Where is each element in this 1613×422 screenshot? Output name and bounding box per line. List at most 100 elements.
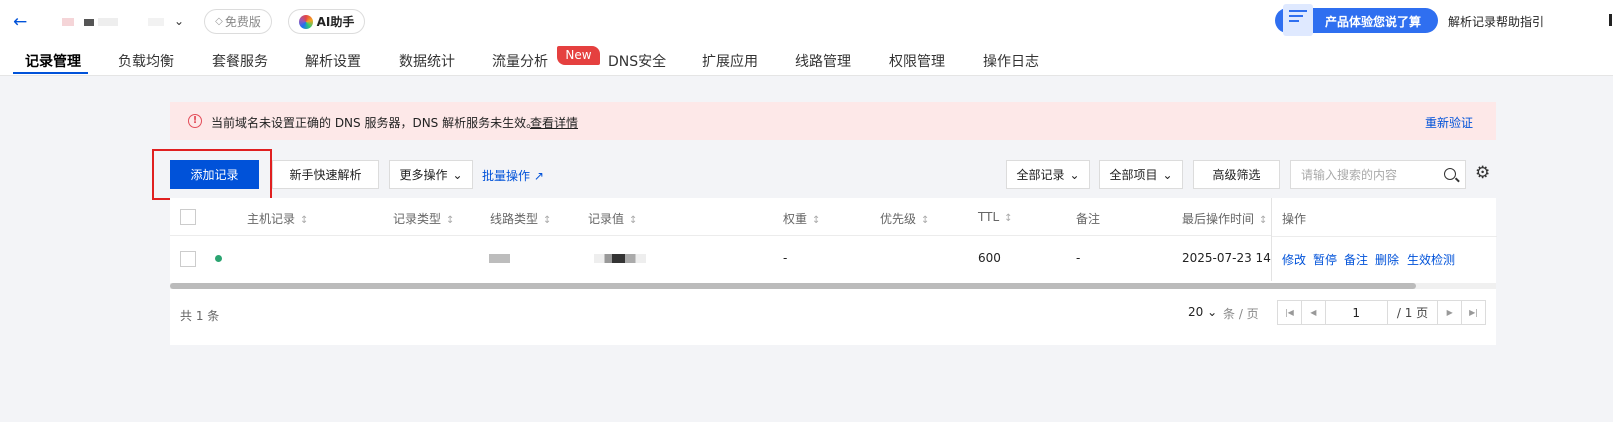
prev-page-icon[interactable]: ◀ (1302, 301, 1326, 324)
diamond-icon: ◇ (215, 16, 223, 27)
cell-weight: - (783, 251, 788, 265)
record-type-filter-label: 全部记录 (1016, 168, 1065, 182)
domain-switch-chevron-down-icon[interactable]: ⌄ (174, 14, 184, 28)
tab-resolve-settings[interactable]: 解析设置 (305, 51, 361, 71)
pause-record-link[interactable]: 暂停 (1313, 251, 1337, 268)
warning-circle-icon: ! (188, 114, 202, 128)
overflow-marker (1609, 14, 1612, 26)
active-tab-indicator (13, 72, 88, 74)
domain-name-redacted (84, 19, 94, 26)
more-actions-label: 更多操作 (399, 168, 448, 182)
column-header-ttl[interactable]: TTL ↕ (978, 210, 1013, 224)
new-badge: New (557, 46, 600, 65)
advanced-filter-button[interactable]: 高级筛选 (1193, 160, 1280, 189)
column-header-remark: 备注 (1076, 212, 1101, 226)
row-checkbox[interactable] (180, 251, 196, 267)
tab-record-management[interactable]: 记录管理 (25, 51, 81, 71)
domain-name-redacted (148, 18, 164, 26)
cell-ttl: 600 (978, 251, 1001, 265)
batch-actions-label: 批量操作 (482, 169, 531, 183)
arrow-left-icon[interactable]: ← (13, 12, 27, 32)
tab-load-balancing[interactable]: 负载均衡 (118, 51, 174, 71)
column-header-actions: 操作 (1282, 212, 1307, 226)
edit-record-link[interactable]: 修改 (1282, 251, 1306, 268)
search-input[interactable] (1291, 161, 1436, 188)
per-page-label: 条 / 页 (1223, 307, 1259, 321)
tab-dns-security[interactable]: DNS安全 (608, 51, 666, 71)
feedback-doc-icon (1283, 4, 1313, 36)
actions-column: 操作 修改 暂停 备注 删除 生效检测 (1271, 198, 1497, 281)
sort-icon: ↕ (812, 215, 821, 226)
dns-warning-alert: ! 当前域名未设置正确的 DNS 服务器，DNS 解析服务未生效。 查看详情 重… (170, 102, 1496, 140)
status-enabled-dot (215, 255, 222, 262)
search-box (1290, 160, 1466, 189)
record-type-filter[interactable]: 全部记录 ⌄ (1006, 160, 1090, 189)
cell-remark: - (1076, 251, 1081, 265)
pagination: |◀ ◀ / 1 页 ▶ ▶| (1277, 300, 1486, 325)
sort-icon: ↕ (921, 215, 930, 226)
delete-record-link[interactable]: 删除 (1375, 251, 1399, 268)
reverify-link[interactable]: 重新验证 (1425, 114, 1473, 131)
survey-button[interactable]: 产品体验您说了算 (1275, 4, 1438, 36)
search-icon[interactable] (1444, 168, 1456, 180)
tab-line-management[interactable]: 线路管理 (795, 51, 851, 71)
sort-icon: ↕ (300, 215, 309, 226)
ai-assistant-label: AI助手 (316, 15, 355, 29)
column-header-type[interactable]: 记录类型 ↕ (393, 210, 454, 227)
column-header-host[interactable]: 主机记录 ↕ (247, 210, 308, 227)
alert-message: 当前域名未设置正确的 DNS 服务器，DNS 解析服务未生效。 (211, 116, 539, 130)
chevron-down-icon: ⌄ (1069, 167, 1080, 182)
domain-name-redacted (98, 18, 118, 26)
column-header-priority[interactable]: 优先级 ↕ (880, 210, 929, 227)
batch-actions-link[interactable]: 批量操作 ↗ (482, 167, 544, 184)
select-all-checkbox[interactable] (180, 209, 196, 225)
advanced-filter-label: 高级筛选 (1212, 168, 1261, 182)
sort-icon: ↕ (446, 215, 455, 226)
chevron-down-icon: ⌄ (1207, 305, 1218, 319)
cell-value-redacted (594, 254, 646, 263)
cell-line-redacted (489, 254, 510, 263)
project-filter[interactable]: 全部项目 ⌄ (1099, 160, 1183, 189)
tab-permissions[interactable]: 权限管理 (889, 51, 945, 71)
survey-label: 产品体验您说了算 (1325, 15, 1422, 29)
tab-statistics[interactable]: 数据统计 (399, 51, 455, 71)
cell-updated: 2025-07-23 14:0 (1182, 251, 1283, 265)
chevron-down-icon: ⌄ (1162, 167, 1173, 182)
sort-icon: ↕ (543, 215, 552, 226)
total-count: 共 1 条 (180, 309, 220, 323)
ai-logo-icon (298, 14, 313, 29)
horizontal-scrollbar-thumb[interactable] (170, 283, 1416, 289)
add-record-button[interactable]: 添加记录 (170, 160, 259, 189)
tab-operation-log[interactable]: 操作日志 (983, 51, 1039, 71)
last-page-icon[interactable]: ▶| (1461, 301, 1485, 324)
view-details-link[interactable]: 查看详情 (530, 114, 578, 131)
sort-icon: ↕ (1259, 215, 1268, 226)
page-size-select[interactable]: 20 ⌄ (1188, 305, 1217, 319)
quick-resolve-button[interactable]: 新手快速解析 (272, 160, 379, 189)
sort-icon: ↕ (1004, 213, 1013, 224)
page-number-input[interactable] (1325, 301, 1388, 324)
next-page-icon[interactable]: ▶ (1437, 301, 1461, 324)
tab-traffic-analysis[interactable]: 流量分析 (492, 51, 548, 71)
column-header-value[interactable]: 记录值 ↕ (588, 210, 637, 227)
first-page-icon[interactable]: |◀ (1278, 301, 1302, 324)
column-header-weight[interactable]: 权重 ↕ (783, 210, 820, 227)
total-pages: / 1 页 (1396, 306, 1429, 320)
sort-icon: ↕ (629, 215, 638, 226)
help-guide-link[interactable]: 解析记录帮助指引 (1448, 13, 1544, 30)
tab-extensions[interactable]: 扩展应用 (702, 51, 758, 71)
effect-check-link[interactable]: 生效检测 (1407, 251, 1455, 268)
domain-name-redacted (62, 18, 74, 26)
free-plan-badge[interactable]: ◇ 免费版 (204, 9, 272, 34)
column-header-line[interactable]: 线路类型 ↕ (490, 210, 551, 227)
tab-plan-services[interactable]: 套餐服务 (212, 51, 268, 71)
column-header-updated[interactable]: 最后操作时间 ↕ (1182, 210, 1267, 227)
external-link-icon: ↗ (533, 169, 544, 183)
records-table: 主机记录 ↕ 记录类型 ↕ 线路类型 ↕ 记录值 ↕ 权重 ↕ 优先级 ↕ TTL ↕ 备注 … (170, 198, 1497, 345)
more-actions-dropdown[interactable]: 更多操作 ⌄ (389, 160, 473, 189)
gear-icon[interactable]: ⚙ (1475, 165, 1490, 182)
ai-assistant-button[interactable]: AI助手 (288, 9, 365, 34)
quick-resolve-label: 新手快速解析 (289, 168, 362, 182)
remark-record-link[interactable]: 备注 (1344, 251, 1368, 268)
project-filter-label: 全部项目 (1109, 168, 1158, 182)
